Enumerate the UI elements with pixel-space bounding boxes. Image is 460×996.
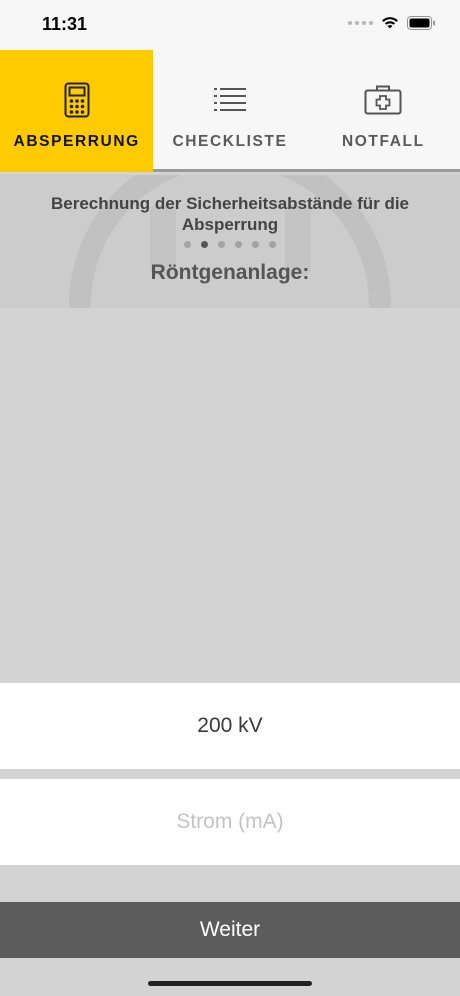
current-field-container [0,779,460,865]
tab-absperrung[interactable]: ABSPERRUNG [0,50,154,172]
status-time: 11:31 [42,14,88,34]
status-bar: 11:31 [0,0,460,50]
home-indicator[interactable] [148,981,312,986]
wifi-icon [382,17,398,29]
cellular-signal-icon [348,21,373,25]
calculator-icon [64,82,90,118]
page-dot [235,241,242,248]
current-input[interactable] [0,779,460,865]
header-panel: Berechnung der Sicherheitsabstände für d… [0,175,460,308]
voltage-value: 200 kV [197,714,263,737]
first-aid-kit-icon [364,85,402,115]
page-dot [269,241,276,248]
page-indicator [0,241,460,248]
tab-bar: ABSPERRUNG CHECKLISTE NOTFALL [0,50,460,172]
page-dot [184,241,191,248]
voltage-picker[interactable]: 200 kV [0,683,460,769]
page-dot [218,241,225,248]
calculation-subtitle: Berechnung der Sicherheitsabstände für d… [50,194,410,234]
tab-checkliste[interactable]: CHECKLISTE [153,50,306,172]
battery-icon [407,16,435,30]
page-dot-current [201,241,208,248]
tab-label: CHECKLISTE [172,133,288,150]
section-title: Röntgenanlage: [150,261,310,284]
tab-label: ABSPERRUNG [13,133,140,150]
list-icon [213,88,246,111]
next-button[interactable]: Weiter [0,902,460,958]
page-dot [252,241,259,248]
tab-label: NOTFALL [341,133,425,150]
tab-notfall[interactable]: NOTFALL [307,50,460,172]
status-icons [348,16,436,30]
